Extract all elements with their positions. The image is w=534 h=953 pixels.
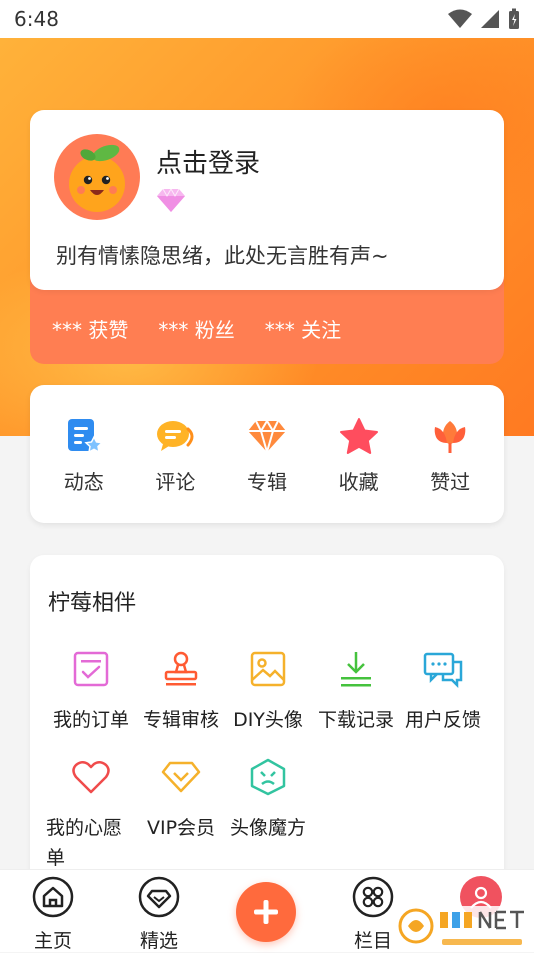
plus-icon bbox=[253, 889, 279, 935]
nav-home[interactable]: 主页 bbox=[18, 876, 88, 953]
shortcut-label: 赞过 bbox=[430, 469, 471, 494]
shortcut-favorites[interactable]: 收藏 bbox=[319, 414, 399, 495]
shortcut-label: 动态 bbox=[63, 469, 104, 494]
service-label: 专辑审核 bbox=[142, 709, 219, 731]
nav-label: 栏目 bbox=[353, 930, 392, 952]
shortcut-dynamic[interactable]: 动态 bbox=[44, 414, 124, 495]
service-vip[interactable]: VIP会员 bbox=[136, 755, 226, 843]
shortcut-label: 收藏 bbox=[338, 469, 379, 494]
vip-diamond-icon bbox=[159, 755, 203, 799]
service-label: 下载记录 bbox=[317, 709, 394, 731]
comment-icon bbox=[153, 414, 197, 458]
nav-label: 主页 bbox=[33, 930, 72, 952]
system-icons bbox=[448, 8, 520, 30]
fans-stat[interactable]: *** 粉丝 bbox=[158, 314, 234, 343]
vip-gem-icon bbox=[156, 187, 186, 217]
download-icon bbox=[334, 647, 378, 691]
profile-section: 点击登录 别有情愫隐思绪，此处无言胜有声~ *** 获赞 *** 粉丝 *** … bbox=[30, 110, 504, 364]
create-button[interactable] bbox=[236, 882, 296, 942]
featured-diamond-icon bbox=[138, 876, 180, 922]
profile-stats: *** 获赞 *** 粉丝 *** 关注 bbox=[52, 314, 341, 343]
status-bar: 6:48 bbox=[0, 0, 534, 38]
shortcut-comment[interactable]: 评论 bbox=[135, 414, 215, 495]
profile-signature: 别有情愫隐思绪，此处无言胜有声~ bbox=[56, 244, 389, 268]
service-label: 用户反馈 bbox=[404, 709, 481, 731]
signal-icon bbox=[481, 10, 499, 28]
following-stat[interactable]: *** 关注 bbox=[265, 314, 341, 343]
nav-featured[interactable]: 精选 bbox=[124, 876, 194, 953]
battery-icon bbox=[509, 8, 519, 29]
service-my-orders[interactable]: 我的订单 bbox=[46, 647, 136, 735]
service-label: 头像魔方 bbox=[229, 817, 306, 839]
avatar[interactable] bbox=[54, 134, 140, 220]
flower-icon bbox=[428, 414, 472, 458]
album-diamond-icon bbox=[245, 414, 289, 458]
watermark-logo bbox=[398, 906, 530, 949]
status-time: 6:48 bbox=[14, 7, 59, 31]
service-label: 我的心愿单 bbox=[46, 817, 123, 869]
login-link[interactable]: 点击登录 bbox=[156, 143, 260, 180]
cube-icon bbox=[246, 755, 290, 799]
service-label: DIY头像 bbox=[233, 709, 303, 731]
likes-stat[interactable]: *** 获赞 bbox=[52, 314, 128, 343]
service-album-review[interactable]: 专辑审核 bbox=[136, 647, 226, 735]
shortcut-card: 动态 评论 专辑 收藏 赞过 bbox=[30, 385, 504, 523]
star-icon bbox=[337, 414, 381, 458]
wifi-icon bbox=[448, 9, 472, 28]
profile-card[interactable]: 点击登录 别有情愫隐思绪，此处无言胜有声~ bbox=[30, 110, 504, 290]
service-download-history[interactable]: 下载记录 bbox=[311, 647, 401, 735]
home-icon bbox=[32, 876, 74, 922]
service-diy-avatar[interactable]: DIY头像 bbox=[223, 647, 313, 735]
shortcut-liked[interactable]: 赞过 bbox=[410, 414, 490, 495]
shortcut-album[interactable]: 专辑 bbox=[227, 414, 307, 495]
heart-icon bbox=[69, 755, 113, 799]
service-label: 我的订单 bbox=[52, 709, 129, 731]
services-card: 柠莓相伴 我的订单 专辑审核 DIY头像 下载记录 用户反馈 我的心愿单 VIP… bbox=[30, 555, 504, 885]
dynamic-icon bbox=[62, 414, 106, 458]
service-avatar-cube[interactable]: 头像魔方 bbox=[223, 755, 313, 843]
shortcut-label: 评论 bbox=[155, 469, 196, 494]
services-title: 柠莓相伴 bbox=[48, 591, 137, 616]
feedback-icon bbox=[421, 647, 465, 691]
grid-icon bbox=[352, 876, 394, 922]
service-wishlist[interactable]: 我的心愿单 bbox=[46, 755, 136, 873]
nav-label: 精选 bbox=[139, 930, 178, 952]
service-user-feedback[interactable]: 用户反馈 bbox=[398, 647, 488, 735]
order-icon bbox=[69, 647, 113, 691]
stamp-icon bbox=[159, 647, 203, 691]
service-label: VIP会员 bbox=[146, 817, 216, 839]
orange-mascot-icon bbox=[69, 144, 125, 212]
shortcut-label: 专辑 bbox=[246, 469, 287, 494]
image-icon bbox=[246, 647, 290, 691]
